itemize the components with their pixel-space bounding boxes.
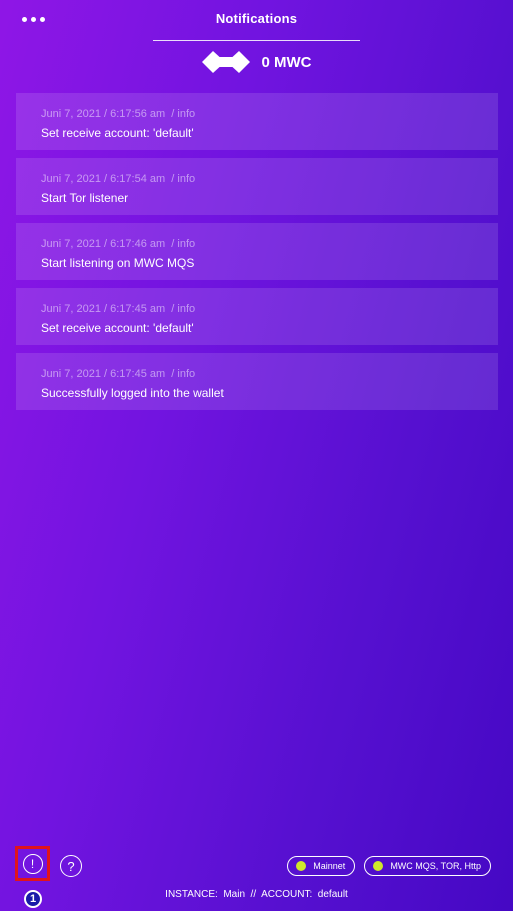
mainnet-status-pill[interactable]: Mainnet xyxy=(287,856,356,876)
listener-status-label: MWC MQS, TOR, Http xyxy=(390,861,481,871)
notification-list: Juni 7, 2021 / 6:17:56 am / info Set rec… xyxy=(16,93,498,418)
help-icon: ? xyxy=(60,855,82,877)
notification-item: Juni 7, 2021 / 6:17:56 am / info Set rec… xyxy=(16,93,498,150)
notification-timestamp: Juni 7, 2021 / 6:17:54 am xyxy=(41,173,166,185)
status-dot-icon xyxy=(296,861,307,871)
instance-account-info: INSTANCE: Main // ACCOUNT: default xyxy=(165,889,348,900)
notification-message: Successfully logged into the wallet xyxy=(41,386,224,400)
notification-meta: Juni 7, 2021 / 6:17:46 am / info xyxy=(41,237,473,251)
notification-level: / info xyxy=(171,368,196,380)
notification-item: Juni 7, 2021 / 6:17:45 am / info Set rec… xyxy=(16,288,498,345)
notification-timestamp: Juni 7, 2021 / 6:17:46 am xyxy=(41,238,166,250)
notification-message: Set receive account: 'default' xyxy=(41,126,194,140)
notification-timestamp: Juni 7, 2021 / 6:17:56 am xyxy=(41,108,166,120)
notification-timestamp: Juni 7, 2021 / 6:17:45 am xyxy=(41,368,166,380)
notification-message: Start listening on MWC MQS xyxy=(41,256,195,270)
listener-status-pill[interactable]: MWC MQS, TOR, Http xyxy=(364,856,491,876)
notification-level: / info xyxy=(171,108,196,120)
notification-item: Juni 7, 2021 / 6:17:54 am / info Start T… xyxy=(16,158,498,215)
notification-level: / info xyxy=(171,238,196,250)
balance-amount: 0 MWC xyxy=(261,53,312,71)
notification-level: / info xyxy=(171,303,196,315)
notification-meta: Juni 7, 2021 / 6:17:45 am / info xyxy=(41,302,473,316)
notification-meta: Juni 7, 2021 / 6:17:54 am / info xyxy=(41,172,473,186)
notification-meta: Juni 7, 2021 / 6:17:56 am / info xyxy=(41,107,473,121)
balance-row: 0 MWC xyxy=(0,50,513,74)
notification-item: Juni 7, 2021 / 6:17:46 am / info Start l… xyxy=(16,223,498,280)
notifications-button[interactable]: ! xyxy=(15,846,50,881)
notification-level: / info xyxy=(171,173,196,185)
alert-icon: ! xyxy=(22,853,43,874)
notification-item: Juni 7, 2021 / 6:17:45 am / info Success… xyxy=(16,353,498,410)
notification-message: Set receive account: 'default' xyxy=(41,321,194,335)
page-title: Notifications xyxy=(215,11,298,26)
title-divider xyxy=(153,40,360,41)
mwc-logo-icon xyxy=(201,51,250,73)
help-button[interactable]: ? xyxy=(60,855,82,877)
status-dot-icon xyxy=(373,861,384,871)
mainnet-status-label: Mainnet xyxy=(313,861,346,871)
notification-message: Start Tor listener xyxy=(41,191,129,205)
status-indicators: Mainnet MWC MQS, TOR, Http xyxy=(287,856,491,876)
notification-meta: Juni 7, 2021 / 6:17:45 am / info xyxy=(41,367,473,381)
notification-timestamp: Juni 7, 2021 / 6:17:45 am xyxy=(41,303,166,315)
